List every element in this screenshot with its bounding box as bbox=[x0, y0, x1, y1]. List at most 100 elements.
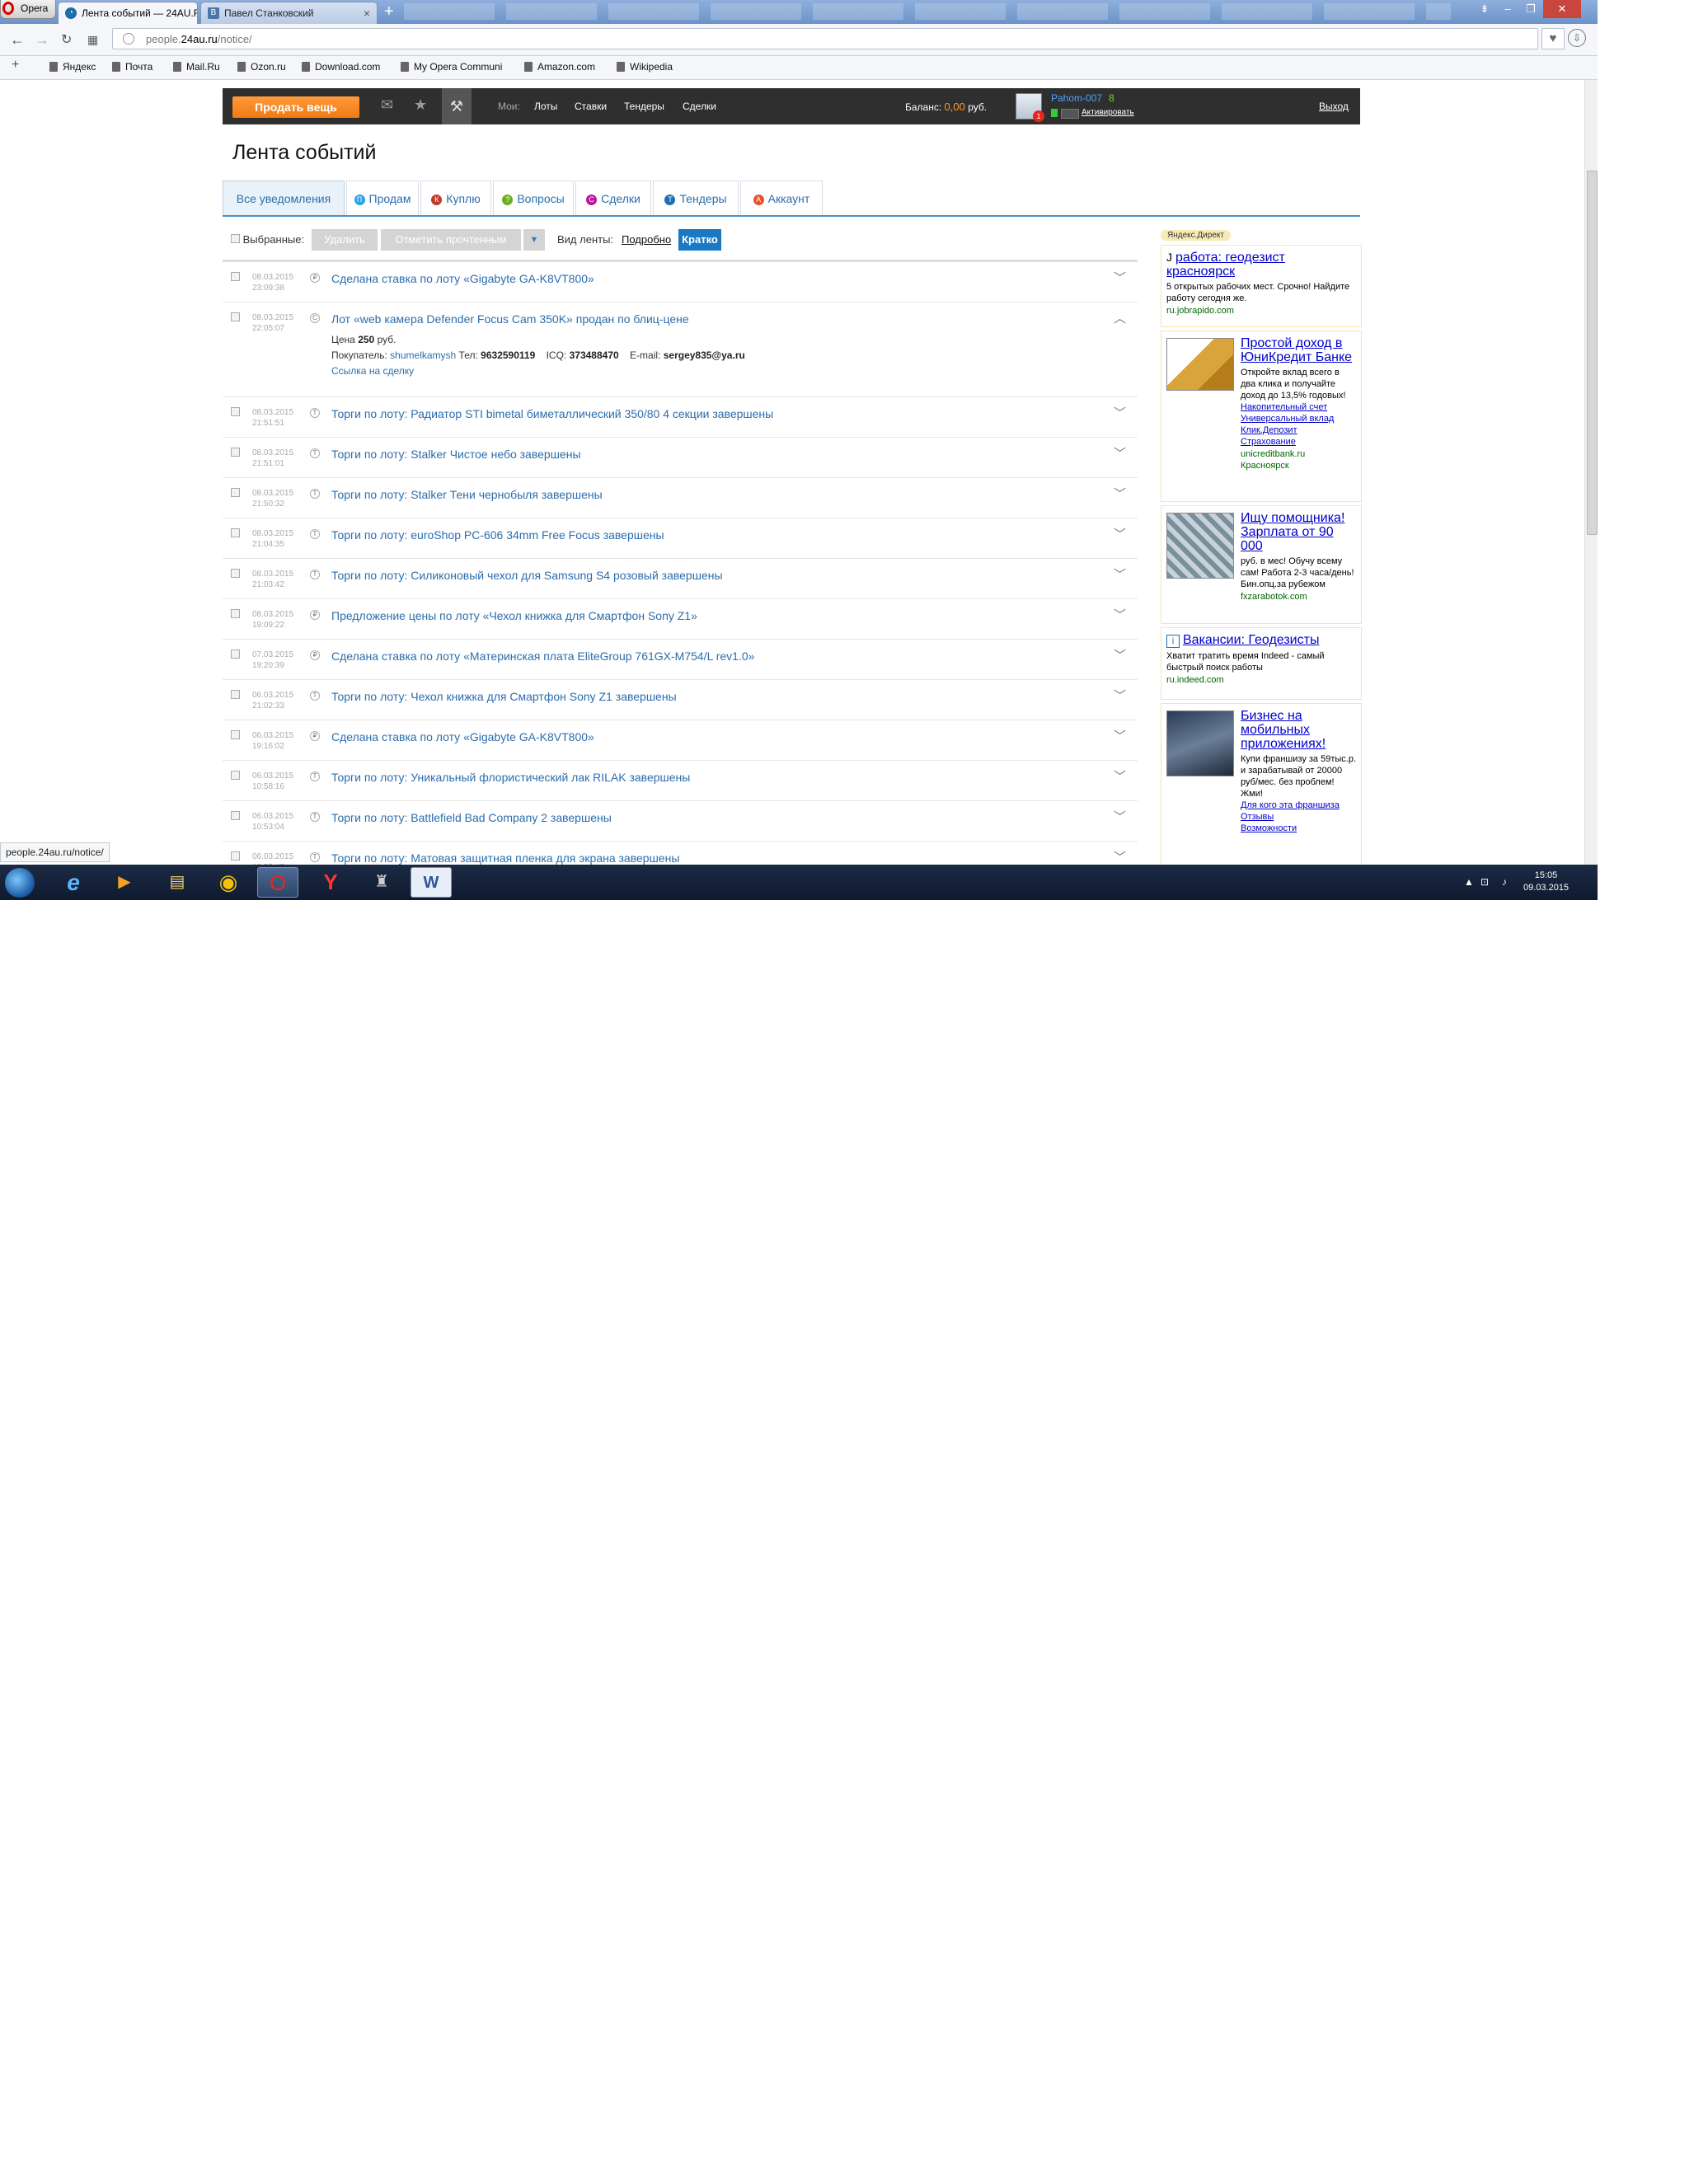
event-title-link[interactable]: Предложение цены по лоту «Чехол книжка д… bbox=[331, 609, 697, 622]
event-checkbox[interactable] bbox=[231, 851, 240, 861]
media-player-icon[interactable]: ▶ bbox=[104, 867, 145, 898]
nav-tenders[interactable]: Тендеры bbox=[624, 101, 664, 112]
event-title-link[interactable]: Торги по лоту: Силиконовый чехол для Sam… bbox=[331, 569, 723, 582]
tab-deals[interactable]: С Сделки bbox=[575, 181, 651, 215]
ad-block[interactable]: i Вакансии: Геодезисты Хватит тратить вре… bbox=[1161, 627, 1362, 700]
new-tab-button[interactable]: + bbox=[384, 3, 394, 20]
deal-link[interactable]: Ссылка на сделку bbox=[331, 365, 414, 377]
delete-button[interactable]: Удалить bbox=[312, 229, 378, 251]
event-title-link[interactable]: Торги по лоту: euroShop PC-606 34mm Free… bbox=[331, 528, 664, 542]
tab-menu-icon[interactable]: ⇟ bbox=[1474, 0, 1495, 18]
add-bookmark-icon[interactable]: + bbox=[12, 58, 19, 73]
opera-menu-button[interactable]: Opera bbox=[0, 0, 56, 19]
event-checkbox[interactable] bbox=[231, 569, 240, 578]
event-checkbox[interactable] bbox=[231, 771, 240, 780]
event-title-link[interactable]: Торги по лоту: Матовая защитная пленка д… bbox=[331, 851, 679, 865]
tab-questions[interactable]: ? Вопросы bbox=[493, 181, 574, 215]
chevron-down-icon[interactable]: ﹀ bbox=[1114, 485, 1126, 502]
ad-title[interactable]: Вакансии: Геодезисты bbox=[1183, 633, 1319, 647]
back-icon[interactable]: ← bbox=[10, 31, 25, 49]
event-checkbox[interactable] bbox=[231, 488, 240, 497]
chevron-down-icon[interactable]: ﹀ bbox=[1114, 444, 1126, 462]
event-title-link[interactable]: Торги по лоту: Stalker Чистое небо завер… bbox=[331, 448, 581, 461]
downloads-icon[interactable]: ⇩ bbox=[1568, 29, 1586, 47]
event-title-link[interactable]: Сделана ставка по лоту «Gigabyte GA-K8VT… bbox=[331, 272, 594, 285]
start-button-icon[interactable] bbox=[5, 868, 35, 898]
event-row[interactable]: 08.03.2015 21:50:32 Т Торги по лоту: Stalke… bbox=[223, 478, 1138, 518]
clock[interactable]: 15:05 09.03.2015 bbox=[1523, 870, 1569, 894]
event-row[interactable]: 06.03.2015 19:16:02 ₽ Сделана ставка по лот… bbox=[223, 720, 1138, 761]
event-title-link[interactable]: Торги по лоту: Battlefield Bad Company 2… bbox=[331, 811, 612, 824]
event-title-link[interactable]: Торги по лоту: Чехол книжка для Смартфон… bbox=[331, 690, 677, 703]
ad-url[interactable]: unicreditbank.ru bbox=[1241, 449, 1356, 459]
event-title-link[interactable]: Сделана ставка по лоту «Gigabyte GA-K8VT… bbox=[331, 730, 594, 743]
bookmark-heart-icon[interactable]: ♥ bbox=[1541, 28, 1565, 49]
event-checkbox[interactable] bbox=[231, 730, 240, 739]
activate-link[interactable]: Активировать bbox=[1082, 108, 1134, 117]
event-checkbox[interactable] bbox=[231, 650, 240, 659]
internet-explorer-icon[interactable]: e bbox=[53, 867, 94, 898]
vertical-scrollbar[interactable] bbox=[1584, 80, 1598, 865]
event-title-link[interactable]: Торги по лоту: Радиатор STI bimetal биме… bbox=[331, 407, 773, 420]
event-row[interactable]: 08.03.2015 21:04:35 Т Торги по лоту: euroSh… bbox=[223, 518, 1138, 559]
buyer-link[interactable]: shumelkamysh bbox=[390, 349, 456, 361]
event-row[interactable]: 08.03.2015 21:51:51 Т Торги по лоту: Радиат… bbox=[223, 397, 1138, 438]
mail-icon[interactable]: ✉ bbox=[381, 96, 393, 114]
browser-tab-vk[interactable]: В Павел Станковский × bbox=[200, 2, 378, 24]
bookmark-item[interactable]: Почта bbox=[112, 61, 152, 73]
event-row[interactable]: 08.03.2015 23:09:38 ₽ Сделана ставка по лот… bbox=[223, 262, 1138, 302]
ad-block[interactable]: Простой доход в ЮниКредит Банке Откройте… bbox=[1161, 331, 1362, 502]
url-field[interactable]: people.24au.ru/notice/ bbox=[112, 28, 1538, 49]
ad-block[interactable]: Бизнес на мобильных приложениях! Купи фр… bbox=[1161, 703, 1362, 865]
event-title-link[interactable]: Сделана ставка по лоту «Материнская плат… bbox=[331, 650, 754, 663]
event-checkbox[interactable] bbox=[231, 407, 240, 416]
nav-deals[interactable]: Сделки bbox=[683, 101, 716, 112]
select-all-checkbox[interactable] bbox=[231, 234, 240, 243]
bookmark-item[interactable]: Ozon.ru bbox=[237, 61, 286, 73]
event-row[interactable]: 06.03.2015 10:58:16 Т Торги по лоту: Уникал… bbox=[223, 761, 1138, 801]
bookmark-item[interactable]: My Opera Communi bbox=[401, 61, 502, 73]
ad-title[interactable]: Бизнес на мобильных приложениях! bbox=[1241, 709, 1356, 751]
speed-dial-icon[interactable]: ▦ bbox=[87, 33, 98, 47]
chevron-up-icon[interactable]: ︿ bbox=[1114, 309, 1126, 326]
chevron-down-icon[interactable]: ﹀ bbox=[1114, 687, 1126, 704]
ad-sitelink[interactable]: Возможности bbox=[1241, 823, 1356, 834]
tab-all-notifications[interactable]: Все уведомления bbox=[223, 181, 345, 215]
scrollbar-thumb[interactable] bbox=[1587, 171, 1598, 535]
event-checkbox[interactable] bbox=[231, 528, 240, 537]
ad-sitelink[interactable]: Клик.Депозит bbox=[1241, 424, 1356, 436]
event-row[interactable]: 08.03.2015 22:05:07 С Лот «web камера Defen… bbox=[223, 302, 1138, 397]
event-title-link[interactable]: Торги по лоту: Уникальный флористический… bbox=[331, 771, 690, 784]
nav-bids[interactable]: Ставки bbox=[575, 101, 607, 112]
favorites-star-icon[interactable]: ★ bbox=[414, 96, 427, 114]
tab-account[interactable]: А Аккаунт bbox=[740, 181, 823, 215]
event-row[interactable]: 06.03.2015 21:02:33 Т Торги по лоту: Чехол … bbox=[223, 680, 1138, 720]
view-brief-button[interactable]: Кратко bbox=[678, 229, 721, 251]
event-row[interactable]: 08.03.2015 21:51:01 Т Торги по лоту: Stalke… bbox=[223, 438, 1138, 478]
tab-sell[interactable]: П Продам bbox=[346, 181, 419, 215]
event-checkbox[interactable] bbox=[231, 811, 240, 820]
event-checkbox[interactable] bbox=[231, 272, 240, 281]
event-checkbox[interactable] bbox=[231, 609, 240, 618]
chevron-down-icon[interactable]: ﹀ bbox=[1114, 808, 1126, 825]
restore-icon[interactable]: ❐ bbox=[1520, 0, 1541, 18]
bookmark-item[interactable]: Amazon.com bbox=[524, 61, 595, 73]
ad-sitelink[interactable]: Накопительный счет bbox=[1241, 401, 1356, 413]
tab-tenders[interactable]: Т Тендеры bbox=[653, 181, 739, 215]
show-hidden-icons-icon[interactable]: ▲ bbox=[1464, 876, 1474, 888]
chevron-down-icon[interactable]: ﹀ bbox=[1114, 646, 1126, 664]
world-of-tanks-icon[interactable]: ♜ bbox=[361, 867, 402, 898]
ad-url[interactable]: ru.indeed.com bbox=[1166, 675, 1356, 685]
close-window-icon[interactable]: ✕ bbox=[1543, 0, 1581, 18]
reload-icon[interactable]: ↻ bbox=[61, 31, 72, 48]
avatar[interactable]: 1 bbox=[1016, 93, 1044, 122]
bookmark-item[interactable]: Wikipedia bbox=[617, 61, 673, 73]
ad-sitelink[interactable]: Для кого эта франшиза bbox=[1241, 800, 1356, 811]
chevron-down-icon[interactable]: ﹀ bbox=[1114, 727, 1126, 744]
ad-block[interactable]: Jработа: геодезист красноярск 5 открытых… bbox=[1161, 245, 1362, 327]
mark-read-button[interactable]: Отметить прочтенным bbox=[381, 229, 521, 251]
event-checkbox[interactable] bbox=[231, 448, 240, 457]
close-tab-icon[interactable]: × bbox=[364, 7, 370, 20]
forward-icon[interactable]: → bbox=[35, 31, 49, 49]
network-icon[interactable]: ⊡ bbox=[1480, 876, 1489, 888]
